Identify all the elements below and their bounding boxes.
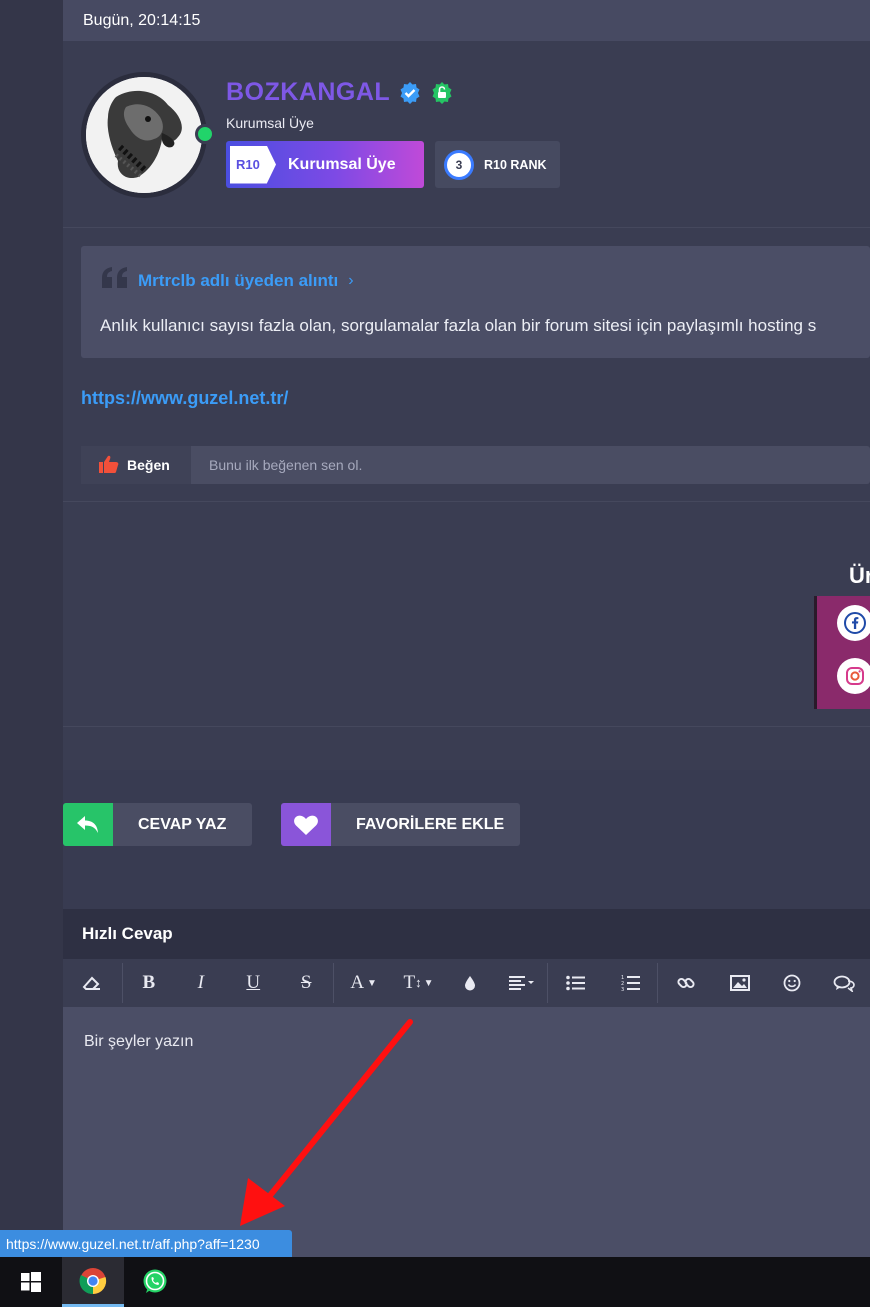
quote-text: Anlık kullanıcı sayısı fazla olan, sorgu… (100, 316, 817, 335)
like-button-label: Beğen (127, 457, 170, 473)
avatar-image (86, 77, 202, 193)
username-row: BOZKANGAL (226, 78, 454, 107)
security-badge-icon (430, 81, 454, 105)
like-bar: Beğen Bunu ilk beğenen sen ol. (81, 446, 870, 484)
user-title: Kurumsal Üye (226, 115, 314, 131)
underline-icon[interactable]: U (227, 959, 280, 1007)
forum-post: Bugün, 20:14:15 BOZKANGAL Kurumsal Üye R… (63, 0, 870, 770)
quote-author-link[interactable]: Mrtrclb adlı üyeden alıntı (138, 271, 338, 291)
quote-block: Mrtrclb adlı üyeden alıntı › Anlık kulla… (81, 246, 870, 358)
username[interactable]: BOZKANGAL (226, 78, 390, 107)
quote-icon[interactable] (818, 959, 870, 1007)
os-taskbar (0, 1257, 870, 1307)
align-icon[interactable] (495, 959, 547, 1007)
reply-arrow-icon (63, 803, 113, 846)
r10-tag: R10 (230, 145, 276, 184)
member-rank-badge: R10 Kurumsal Üye (226, 141, 424, 188)
signature-title: Ür (849, 563, 870, 588)
like-button[interactable]: Beğen (81, 446, 191, 484)
svg-text:3: 3 (621, 987, 624, 992)
verified-badge-icon (398, 81, 422, 105)
windows-start-icon[interactable] (0, 1257, 62, 1307)
thumbs-up-icon (99, 455, 119, 476)
online-status-indicator (195, 124, 215, 144)
numbered-list-icon[interactable]: 123 (604, 959, 657, 1007)
quote-header[interactable]: Mrtrclb adlı üyeden alıntı › (100, 266, 354, 295)
signature-banner[interactable] (814, 596, 870, 709)
whatsapp-icon[interactable] (124, 1257, 186, 1307)
chrome-icon[interactable] (62, 1257, 124, 1307)
link-icon[interactable] (658, 959, 714, 1007)
bullet-list-icon[interactable] (548, 959, 604, 1007)
reply-editor[interactable]: Bir şeyler yazın (63, 1007, 870, 1257)
user-block: BOZKANGAL Kurumsal Üye R10 Kurumsal Üye (81, 72, 870, 228)
strikethrough-icon[interactable]: S (280, 959, 333, 1007)
quote-icon (100, 266, 130, 295)
italic-icon[interactable]: I (175, 959, 227, 1007)
chevron-right-icon: › (348, 271, 354, 289)
divider (63, 501, 870, 502)
reply-button[interactable]: CEVAP YAZ (63, 803, 252, 846)
color-drop-icon[interactable] (444, 959, 496, 1007)
post-timestamp: Bugün, 20:14:15 (83, 11, 201, 29)
editor-placeholder: Bir şeyler yazın (84, 1033, 194, 1050)
rank-number: 3 (444, 149, 474, 180)
quick-reply-panel: Hızlı Cevap B I U S A ▼ T ↕ ▼ 123 Bir şe… (63, 909, 870, 1257)
r10-rank-chip[interactable]: 3 R10 RANK (435, 141, 560, 188)
quick-reply-title: Hızlı Cevap (63, 909, 870, 959)
post-header: Bugün, 20:14:15 (63, 0, 870, 41)
bold-icon[interactable]: B (123, 959, 175, 1007)
divider (63, 726, 870, 727)
left-gutter (0, 0, 63, 1257)
instagram-icon[interactable] (837, 658, 870, 694)
font-size-icon[interactable]: T ↕ ▼ (394, 959, 444, 1007)
reply-button-label: CEVAP YAZ (138, 815, 227, 833)
editor-toolbar: B I U S A ▼ T ↕ ▼ 123 (63, 959, 870, 1007)
like-status-text: Bunu ilk beğenen sen ol. (209, 457, 363, 473)
divider (63, 227, 870, 228)
avatar[interactable] (81, 72, 207, 198)
font-color-icon[interactable]: A ▼ (334, 959, 394, 1007)
favorite-button-label: FAVORİLERE EKLE (356, 815, 505, 833)
eraser-icon[interactable] (63, 959, 122, 1007)
facebook-icon[interactable] (837, 605, 870, 641)
image-icon[interactable] (714, 959, 766, 1007)
rank-chip-label: R10 RANK (484, 157, 547, 172)
rank-badge-label: Kurumsal Üye (288, 155, 396, 173)
heart-icon (281, 803, 331, 846)
link-preview-status-bar: https://www.guzel.net.tr/aff.php?aff=123… (0, 1230, 292, 1257)
add-favorite-button[interactable]: FAVORİLERE EKLE (281, 803, 520, 846)
emoji-icon[interactable] (766, 959, 818, 1007)
post-link[interactable]: https://www.guzel.net.tr/ (81, 388, 288, 409)
